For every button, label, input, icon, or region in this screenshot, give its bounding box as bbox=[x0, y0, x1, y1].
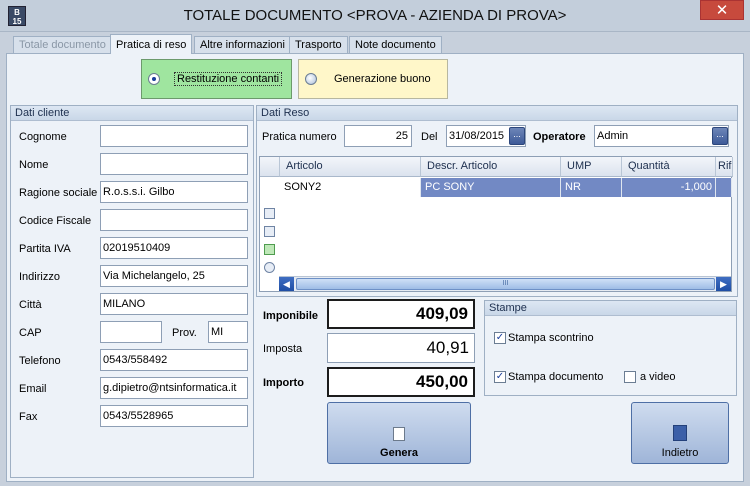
ragione-sociale-field[interactable]: R.o.s.s.i. Gilbo bbox=[100, 181, 248, 203]
genera-button[interactable]: Genera bbox=[327, 402, 471, 464]
grid-search-icon[interactable] bbox=[264, 262, 275, 273]
tab-note-documento[interactable]: Note documento bbox=[349, 36, 442, 54]
nome-field[interactable] bbox=[100, 153, 248, 175]
prov-label: Prov. bbox=[172, 327, 197, 339]
column-header-ump[interactable]: UMP bbox=[561, 157, 622, 177]
email-label: Email bbox=[19, 383, 47, 395]
pratica-numero-field[interactable]: 25 bbox=[344, 125, 412, 147]
grid-horizontal-scrollbar[interactable]: ◀ III ▶ bbox=[279, 276, 731, 291]
stampa-documento-label: Stampa documento bbox=[508, 371, 604, 383]
document-icon bbox=[393, 427, 405, 441]
cell-quantita[interactable]: -1,000 bbox=[622, 178, 716, 197]
cell-ump[interactable]: NR bbox=[561, 178, 622, 197]
window-title: TOTALE DOCUMENTO <PROVA - AZIENDA DI PRO… bbox=[183, 7, 567, 24]
partita-iva-label: Partita IVA bbox=[19, 243, 71, 255]
stampa-scontrino-checkbox[interactable]: ✓ bbox=[494, 332, 506, 344]
scroll-right-icon[interactable]: ▶ bbox=[716, 277, 731, 291]
del-label: Del bbox=[421, 131, 438, 143]
title-bar: B 15 TOTALE DOCUMENTO <PROVA - AZIENDA D… bbox=[0, 0, 750, 32]
codice-fiscale-label: Codice Fiscale bbox=[19, 215, 92, 227]
citta-field[interactable]: MILANO bbox=[100, 293, 248, 315]
grid-row-header-corner bbox=[260, 157, 280, 177]
column-header-descr-articolo[interactable]: Descr. Articolo bbox=[421, 157, 561, 177]
tab-pratica-di-reso[interactable]: Pratica di reso bbox=[110, 34, 193, 54]
scroll-thumb[interactable]: III bbox=[296, 278, 715, 290]
cap-field[interactable] bbox=[100, 321, 162, 343]
pratica-numero-label: Pratica numero bbox=[262, 131, 337, 143]
telefono-label: Telefono bbox=[19, 355, 61, 367]
fax-field[interactable]: 0543/5528965 bbox=[100, 405, 248, 427]
nome-label: Nome bbox=[19, 159, 49, 171]
cognome-label: Cognome bbox=[19, 131, 67, 143]
stampa-documento-checkbox[interactable]: ✓ bbox=[494, 371, 506, 383]
column-header-rif[interactable]: Rif bbox=[716, 157, 733, 177]
indirizzo-field[interactable]: Via Michelangelo, 25 bbox=[100, 265, 248, 287]
dati-reso-header: Dati Reso bbox=[257, 106, 737, 121]
indirizzo-label: Indirizzo bbox=[19, 271, 60, 283]
radio-checked-icon bbox=[148, 73, 160, 85]
articoli-grid[interactable]: Articolo Descr. Articolo UMP Quantità Ri… bbox=[259, 156, 733, 292]
a-video-checkbox[interactable] bbox=[624, 371, 636, 383]
cognome-field[interactable] bbox=[100, 125, 248, 147]
grid-export-icon[interactable] bbox=[264, 244, 275, 255]
imposta-value: 40,91 bbox=[327, 333, 475, 363]
email-field[interactable]: g.dipietro@ntsinformatica.it bbox=[100, 377, 248, 399]
imposta-label: Imposta bbox=[263, 343, 303, 355]
scroll-left-icon[interactable]: ◀ bbox=[279, 277, 294, 291]
grid-layout-icon[interactable] bbox=[264, 208, 275, 219]
cell-descr-articolo[interactable]: PC SONY bbox=[421, 178, 561, 197]
genera-label: Genera bbox=[380, 447, 418, 459]
cap-label: CAP bbox=[19, 327, 42, 339]
dati-cliente-header: Dati cliente bbox=[11, 106, 253, 121]
grid-list-icon[interactable] bbox=[264, 226, 275, 237]
generazione-buono-option[interactable]: Generazione buono bbox=[298, 59, 448, 99]
restituzione-label: Restituzione contanti bbox=[174, 72, 283, 86]
imponibile-value: 409,09 bbox=[327, 299, 475, 329]
close-button[interactable]: ✕ bbox=[700, 0, 744, 20]
operatore-label: Operatore bbox=[533, 131, 586, 143]
column-header-articolo[interactable]: Articolo bbox=[280, 157, 421, 177]
partita-iva-field[interactable]: 02019510409 bbox=[100, 237, 248, 259]
imponibile-label: Imponibile bbox=[263, 310, 318, 322]
radio-unchecked-icon bbox=[305, 73, 317, 85]
operatore-lookup-button[interactable]: ... bbox=[712, 127, 728, 145]
date-picker-button[interactable]: ... bbox=[509, 127, 525, 145]
stampe-header: Stampe bbox=[485, 301, 736, 316]
importo-label: Importo bbox=[263, 377, 304, 389]
cell-rif[interactable] bbox=[716, 178, 732, 197]
indietro-button[interactable]: Indietro bbox=[631, 402, 729, 464]
cell-articolo[interactable]: SONY2 bbox=[280, 178, 421, 197]
prov-field[interactable]: MI bbox=[208, 321, 248, 343]
column-header-quantita[interactable]: Quantità bbox=[622, 157, 716, 177]
tab-trasporto[interactable]: Trasporto bbox=[289, 36, 348, 54]
importo-value: 450,00 bbox=[327, 367, 475, 397]
indietro-label: Indietro bbox=[661, 447, 699, 459]
exit-door-icon bbox=[673, 425, 687, 441]
a-video-label: a video bbox=[640, 371, 676, 383]
ragione-sociale-label: Ragione sociale bbox=[19, 187, 98, 199]
tab-totale-documento[interactable]: Totale documento bbox=[13, 36, 112, 54]
codice-fiscale-field[interactable] bbox=[100, 209, 248, 231]
restituzione-contanti-option[interactable]: Restituzione contanti bbox=[141, 59, 292, 99]
citta-label: Città bbox=[19, 299, 42, 311]
stampa-scontrino-label: Stampa scontrino bbox=[508, 332, 594, 344]
tab-altre-informazioni[interactable]: Altre informazioni bbox=[194, 36, 291, 54]
generazione-label: Generazione buono bbox=[334, 73, 431, 85]
telefono-field[interactable]: 0543/558492 bbox=[100, 349, 248, 371]
fax-label: Fax bbox=[19, 411, 38, 423]
operatore-field[interactable]: Admin bbox=[594, 125, 729, 147]
